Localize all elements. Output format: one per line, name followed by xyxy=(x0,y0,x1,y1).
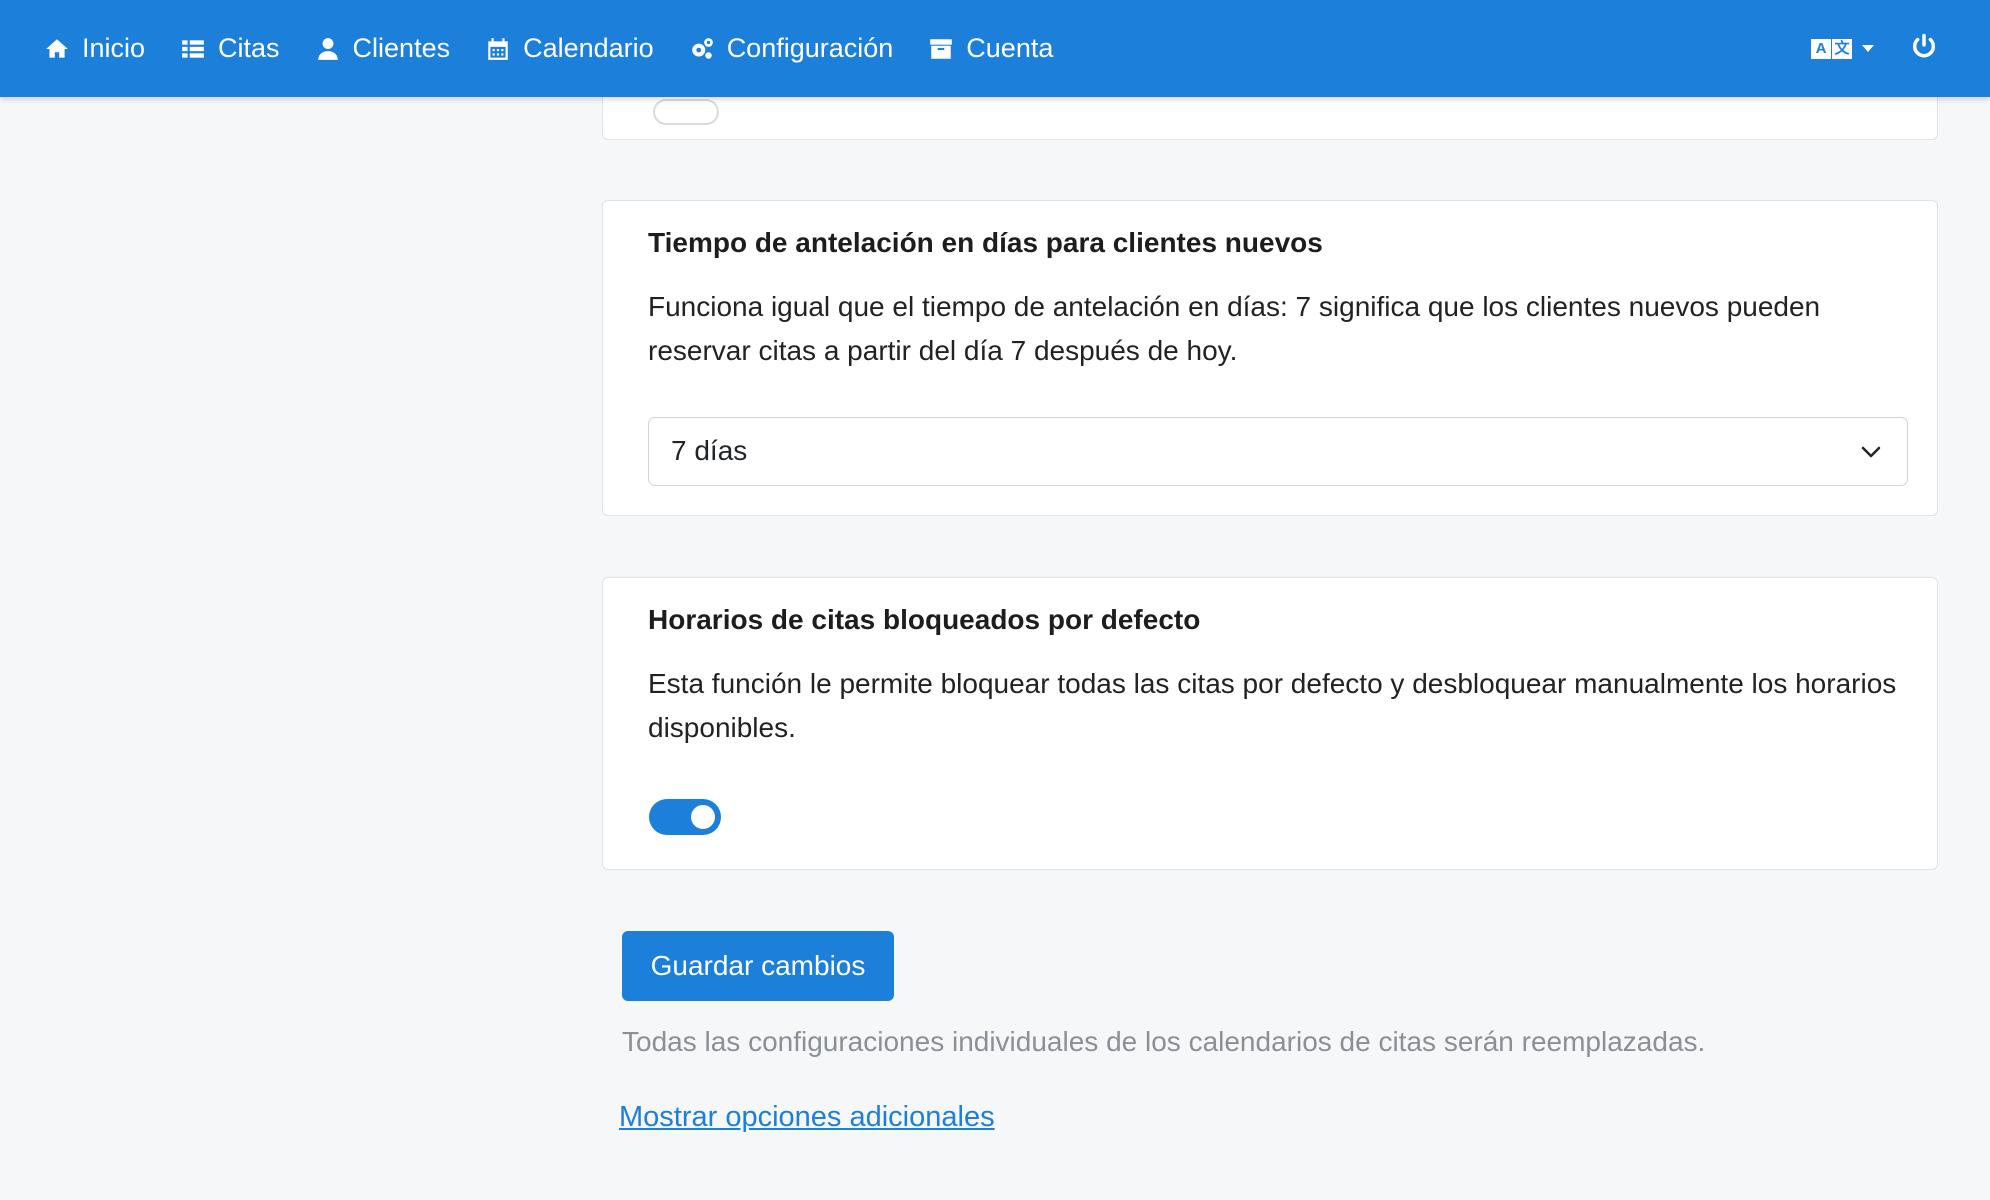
card-title: Horarios de citas bloqueados por defecto xyxy=(648,604,1201,635)
previous-toggle[interactable] xyxy=(653,99,719,125)
language-dropdown[interactable]: A文 xyxy=(1811,38,1874,59)
top-navbar: Inicio Citas Clientes Calendario Configu… xyxy=(0,0,1990,97)
show-more-options-link[interactable]: Mostrar opciones adicionales xyxy=(619,1101,995,1134)
card-title: Tiempo de antelación en días para client… xyxy=(648,227,1323,258)
nav-item-label: Configuración xyxy=(726,33,894,63)
nav-item-label: Cuenta xyxy=(966,33,1054,63)
nav-item-cuenta[interactable]: Cuenta xyxy=(928,33,1053,64)
nav-item-label: Calendario xyxy=(523,33,654,63)
card-description: Funciona igual que el tiempo de antelaci… xyxy=(648,291,1821,366)
user-icon xyxy=(317,37,338,60)
blocked-by-default-card: Horarios de citas bloqueados por defecto… xyxy=(602,577,1938,870)
lead-time-select[interactable]: 7 días xyxy=(648,417,1908,486)
list-icon xyxy=(182,39,204,58)
nav-item-label: Citas xyxy=(218,33,280,63)
nav-item-label: Inicio xyxy=(82,33,146,63)
blocked-by-default-toggle[interactable] xyxy=(649,799,721,835)
nav-item-citas[interactable]: Citas xyxy=(180,33,280,64)
logout-button[interactable] xyxy=(1910,32,1938,65)
nav-item-calendario[interactable]: Calendario xyxy=(485,33,654,64)
translate-icon: A文 xyxy=(1811,38,1852,59)
save-note: Todas las configuraciones individuales d… xyxy=(622,1026,1706,1057)
calendar-icon xyxy=(488,37,508,60)
lead-time-new-clients-card: Tiempo de antelación en días para client… xyxy=(602,200,1938,516)
nav-item-configuracion[interactable]: Configuración xyxy=(689,33,894,64)
nav-right: A文 xyxy=(1811,0,1938,97)
caret-down-icon xyxy=(1862,45,1874,52)
chevron-down-icon xyxy=(1861,446,1881,458)
nav-item-inicio[interactable]: Inicio xyxy=(44,33,145,64)
save-changes-button[interactable]: Guardar cambios xyxy=(622,931,894,1001)
nav-item-label: Clientes xyxy=(352,33,451,63)
power-icon xyxy=(1912,33,1936,58)
nav-menu: Inicio Citas Clientes Calendario Configu… xyxy=(44,0,1088,97)
lead-time-selected-value: 7 días xyxy=(671,435,748,466)
toggle-knob xyxy=(691,805,715,829)
home-icon xyxy=(46,38,68,58)
cogs-icon xyxy=(691,37,713,59)
card-description: Esta función le permite bloquear todas l… xyxy=(648,668,1897,743)
nav-item-clientes[interactable]: Clientes xyxy=(315,33,451,64)
archive-icon xyxy=(930,38,953,59)
